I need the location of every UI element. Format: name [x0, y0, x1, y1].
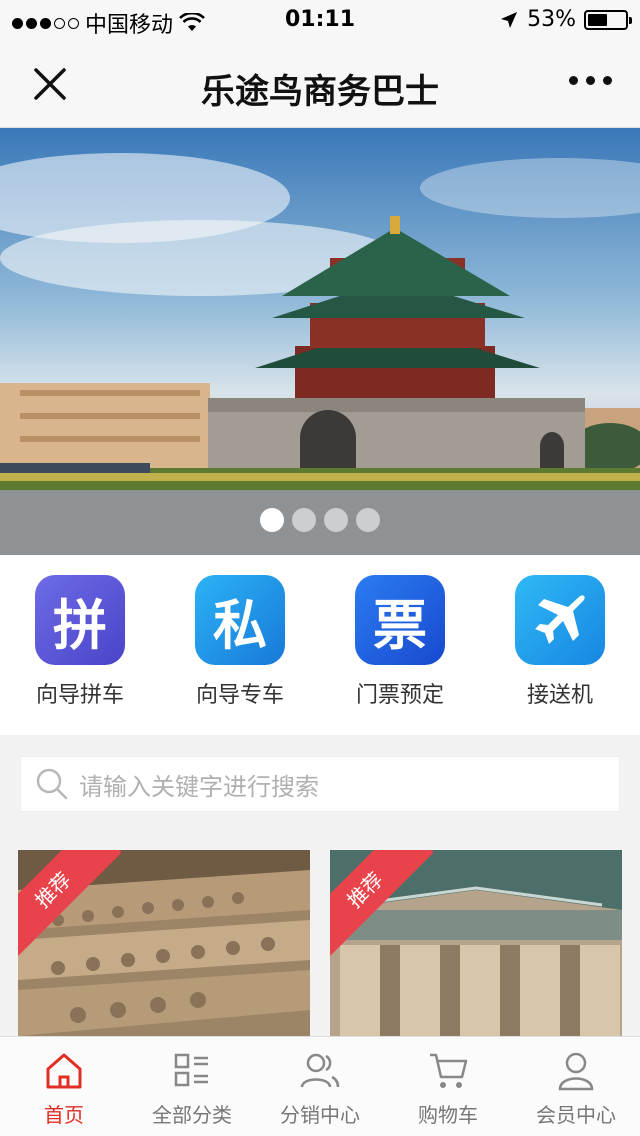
carousel-dot[interactable]: [356, 508, 380, 532]
carousel-dot[interactable]: [292, 508, 316, 532]
tab-label: 购物车: [418, 1103, 478, 1127]
search-icon: [36, 768, 68, 800]
tab-distribution[interactable]: 分销中心: [256, 1037, 384, 1136]
quick-item-label: 门票预定: [355, 683, 444, 708]
bottom-tab-bar: 首页 全部分类 分销中心 购物车 会员中心: [0, 1036, 640, 1136]
search-input[interactable]: 请输入关键字进行搜索: [20, 756, 620, 812]
quick-menu: 拼 向导拼车 私 向导专车 票 门票预定 接送机: [0, 555, 640, 735]
product-card[interactable]: 推荐: [18, 850, 310, 1036]
tab-label: 分销中心: [280, 1103, 360, 1127]
battery-icon: [584, 9, 632, 30]
location-arrow-icon: [501, 11, 518, 28]
product-list: 推荐 推荐: [18, 850, 622, 1036]
quick-item-label: 向导拼车: [35, 683, 124, 708]
banner-carousel[interactable]: [0, 128, 640, 555]
battery-fill: [588, 13, 608, 26]
tab-label: 会员中心: [536, 1103, 616, 1127]
quick-item-private-car[interactable]: 私 向导专车: [160, 555, 320, 735]
more-icon[interactable]: [569, 76, 612, 85]
quick-item-airport[interactable]: 接送机: [480, 555, 640, 735]
tab-cart[interactable]: 购物车: [384, 1037, 512, 1136]
status-right: 53%: [499, 7, 632, 32]
status-bar: 中国移动 01:11 53%: [0, 0, 640, 40]
tab-home[interactable]: 首页: [0, 1037, 128, 1136]
cart-icon: [430, 1053, 468, 1088]
plane-icon: [515, 575, 605, 665]
search-placeholder: 请输入关键字进行搜索: [79, 772, 319, 801]
user-icon: [558, 1052, 594, 1091]
ticket-icon: 票: [355, 575, 445, 665]
carousel-dot[interactable]: [260, 508, 284, 532]
category-icon: [174, 1053, 208, 1087]
carpool-icon: 拼: [35, 575, 125, 665]
bell-tower-image: [0, 153, 640, 555]
quick-item-carpool[interactable]: 拼 向导拼车: [0, 555, 160, 735]
product-card[interactable]: 推荐: [330, 850, 622, 1036]
users-icon: [300, 1053, 340, 1088]
quick-item-tickets[interactable]: 票 门票预定: [320, 555, 480, 735]
carousel-dot[interactable]: [324, 508, 348, 532]
page-title: 乐途鸟商务巴士: [201, 72, 439, 112]
private-car-icon: 私: [195, 575, 285, 665]
tab-label: 首页: [44, 1103, 84, 1127]
quick-item-label: 接送机: [526, 683, 593, 708]
home-icon: [46, 1053, 82, 1089]
quick-item-label: 向导专车: [195, 683, 284, 708]
tab-label: 全部分类: [152, 1103, 232, 1127]
battery-percent: 53%: [527, 7, 576, 32]
nav-bar: 乐途鸟商务巴士: [0, 40, 640, 128]
tab-member[interactable]: 会员中心: [512, 1037, 640, 1136]
carousel-indicator: [0, 508, 640, 532]
tab-categories[interactable]: 全部分类: [128, 1037, 256, 1136]
